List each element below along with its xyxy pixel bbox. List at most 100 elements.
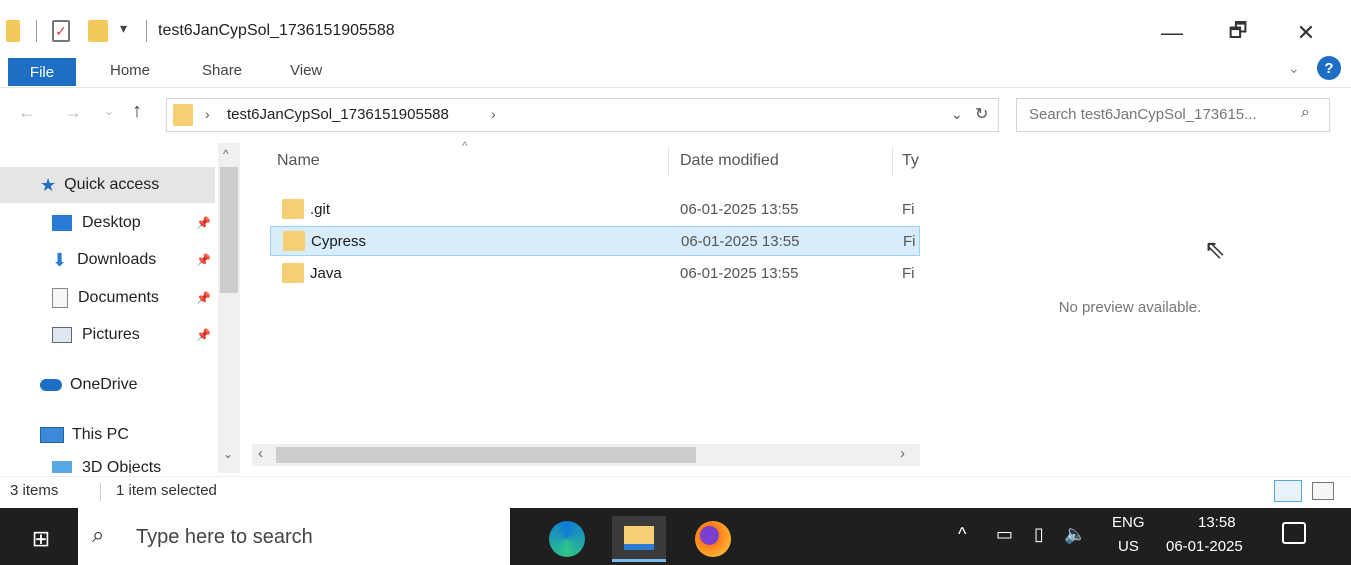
folder-icon	[624, 525, 654, 550]
selection-count: 1 item selected	[116, 482, 217, 499]
horizontal-scrollbar[interactable]: ‹ ›	[252, 444, 920, 466]
folder-icon	[283, 231, 305, 251]
new-folder-icon[interactable]	[88, 20, 108, 42]
taskbar: ⊞ ⌕ Type here to search ^ ▭ ▯ 🔈 ENG US 1…	[0, 508, 1351, 565]
search-icon[interactable]: ⌕	[1301, 104, 1310, 122]
windows-icon: ⊞	[31, 526, 51, 551]
pin-icon[interactable]: 📌	[196, 328, 211, 342]
column-header-date-modified[interactable]: Date modified	[680, 152, 779, 170]
ribbon-expand-icon[interactable]: ⌄	[1288, 60, 1300, 77]
file-explorer-taskbar-button[interactable]	[612, 516, 666, 562]
show-hidden-icons-icon[interactable]: ^	[958, 524, 966, 545]
folder-icon	[282, 263, 304, 283]
preview-pane: No preview available.	[930, 143, 1330, 473]
tab-view[interactable]: View	[290, 62, 322, 79]
forward-arrow-icon[interactable]: →	[64, 102, 82, 123]
scroll-right-icon[interactable]: ›	[900, 445, 905, 462]
network-icon[interactable]: ▭	[996, 524, 1013, 545]
tab-home[interactable]: Home	[110, 62, 150, 79]
star-icon: ★	[40, 174, 57, 195]
volume-icon[interactable]: 🔈	[1064, 524, 1086, 545]
language-indicator[interactable]: ENG	[1112, 514, 1145, 531]
table-row[interactable]: Cypress 06-01-2025 13:55 Fi	[270, 226, 920, 256]
clock-time[interactable]: 13:58	[1198, 514, 1236, 531]
help-icon[interactable]: ?	[1317, 56, 1341, 80]
scroll-up-icon[interactable]: ^	[223, 147, 229, 161]
file-type: Fi	[902, 264, 915, 282]
column-divider[interactable]	[892, 146, 893, 176]
quick-access-toolbar-dropdown-icon[interactable]: ▾	[120, 20, 127, 37]
download-icon: ⬇	[52, 249, 68, 270]
address-bar[interactable]: › test6JanCypSol_1736151905588 › ⌄ ↻	[166, 98, 999, 132]
firefox-icon	[695, 521, 731, 557]
pin-icon[interactable]: 📌	[196, 291, 211, 305]
address-dropdown-icon[interactable]: ⌄	[951, 106, 963, 123]
table-row[interactable]: .git 06-01-2025 13:55 Fi	[270, 194, 920, 224]
divider	[100, 483, 101, 501]
edge-taskbar-button[interactable]	[540, 516, 594, 562]
column-header-name[interactable]: Name	[277, 152, 320, 170]
sidebar-item-label: Quick access	[64, 176, 160, 193]
sidebar-item-downloads[interactable]: ⬇ Downloads	[52, 245, 156, 275]
table-row[interactable]: Java 06-01-2025 13:55 Fi	[270, 258, 920, 288]
firefox-taskbar-button[interactable]	[686, 516, 740, 562]
search-icon: ⌕	[92, 522, 105, 547]
start-button[interactable]: ⊞	[14, 516, 68, 562]
sidebar-item-this-pc[interactable]: This PC	[40, 420, 129, 450]
sidebar-item-quick-access[interactable]: ★ Quick access	[40, 170, 159, 200]
tab-file[interactable]: File	[8, 58, 76, 86]
file-date: 06-01-2025 13:55	[680, 264, 799, 282]
scroll-down-icon[interactable]: ⌄	[223, 447, 233, 461]
notification-center-icon[interactable]	[1282, 522, 1306, 544]
navigation-pane: ^ ⌄ ★ Quick access Desktop 📌 ⬇ Downloads…	[0, 143, 245, 473]
breadcrumb[interactable]: test6JanCypSol_1736151905588	[227, 106, 449, 123]
properties-icon[interactable]: ✓	[52, 20, 70, 42]
details-view-icon[interactable]	[1274, 480, 1302, 502]
file-name: Cypress	[311, 232, 367, 250]
sidebar-item-documents[interactable]: Documents	[52, 283, 159, 313]
keyboard-layout[interactable]: US	[1118, 538, 1139, 555]
sidebar-item-3d-objects[interactable]: 3D Objects	[52, 455, 161, 473]
large-icons-view-icon[interactable]	[1312, 482, 1334, 500]
scroll-left-icon[interactable]: ‹	[258, 445, 263, 462]
title-bar: ✓ ▾ test6JanCypSol_1736151905588 — 🗗 ✕	[0, 0, 1351, 54]
sidebar-item-onedrive[interactable]: OneDrive	[40, 370, 138, 400]
breadcrumb-chevron-icon[interactable]: ›	[491, 106, 496, 122]
file-date: 06-01-2025 13:55	[681, 232, 800, 250]
close-button[interactable]: ✕	[1286, 16, 1326, 50]
column-header-type[interactable]: Ty	[902, 152, 919, 170]
folder-icon	[282, 199, 304, 219]
search-box[interactable]: Search test6JanCypSol_173615... ⌕	[1016, 98, 1330, 132]
back-arrow-icon[interactable]: ←	[18, 102, 36, 123]
column-divider[interactable]	[668, 146, 669, 176]
taskbar-search-input[interactable]: Type here to search	[136, 526, 313, 549]
minimize-button[interactable]: —	[1152, 16, 1192, 50]
sidebar-item-label: Downloads	[77, 251, 157, 268]
up-arrow-icon[interactable]: ↑	[132, 100, 142, 123]
status-bar: 3 items 1 item selected	[0, 476, 1351, 506]
folder-icon	[173, 104, 193, 126]
taskbar-search-box[interactable]: ⌕ Type here to search	[78, 508, 510, 565]
clock-date[interactable]: 06-01-2025	[1166, 538, 1243, 555]
sidebar-item-desktop[interactable]: Desktop	[52, 208, 141, 238]
nav-scrollbar[interactable]: ^ ⌄	[218, 143, 240, 473]
file-type: Fi	[902, 200, 915, 218]
maximize-button[interactable]: 🗗	[1218, 16, 1258, 50]
tab-share[interactable]: Share	[202, 62, 242, 79]
pin-icon[interactable]: 📌	[196, 253, 211, 267]
window-title: test6JanCypSol_1736151905588	[158, 22, 395, 39]
scrollbar-thumb[interactable]	[220, 167, 238, 293]
sidebar-item-pictures[interactable]: Pictures	[52, 320, 140, 350]
pin-icon[interactable]: 📌	[196, 216, 211, 230]
sidebar-item-label: This PC	[72, 426, 129, 443]
desktop-icon	[52, 215, 72, 231]
sidebar-item-label: Pictures	[82, 326, 140, 343]
recent-locations-icon[interactable]: ⌄	[104, 104, 114, 118]
computer-icon	[40, 427, 64, 443]
search-input[interactable]: Search test6JanCypSol_173615...	[1029, 106, 1257, 123]
battery-icon[interactable]: ▯	[1034, 524, 1044, 545]
scrollbar-thumb[interactable]	[276, 447, 696, 463]
refresh-icon[interactable]: ↻	[975, 104, 988, 124]
file-date: 06-01-2025 13:55	[680, 200, 799, 218]
mouse-cursor-icon: ⇖	[1204, 234, 1226, 264]
